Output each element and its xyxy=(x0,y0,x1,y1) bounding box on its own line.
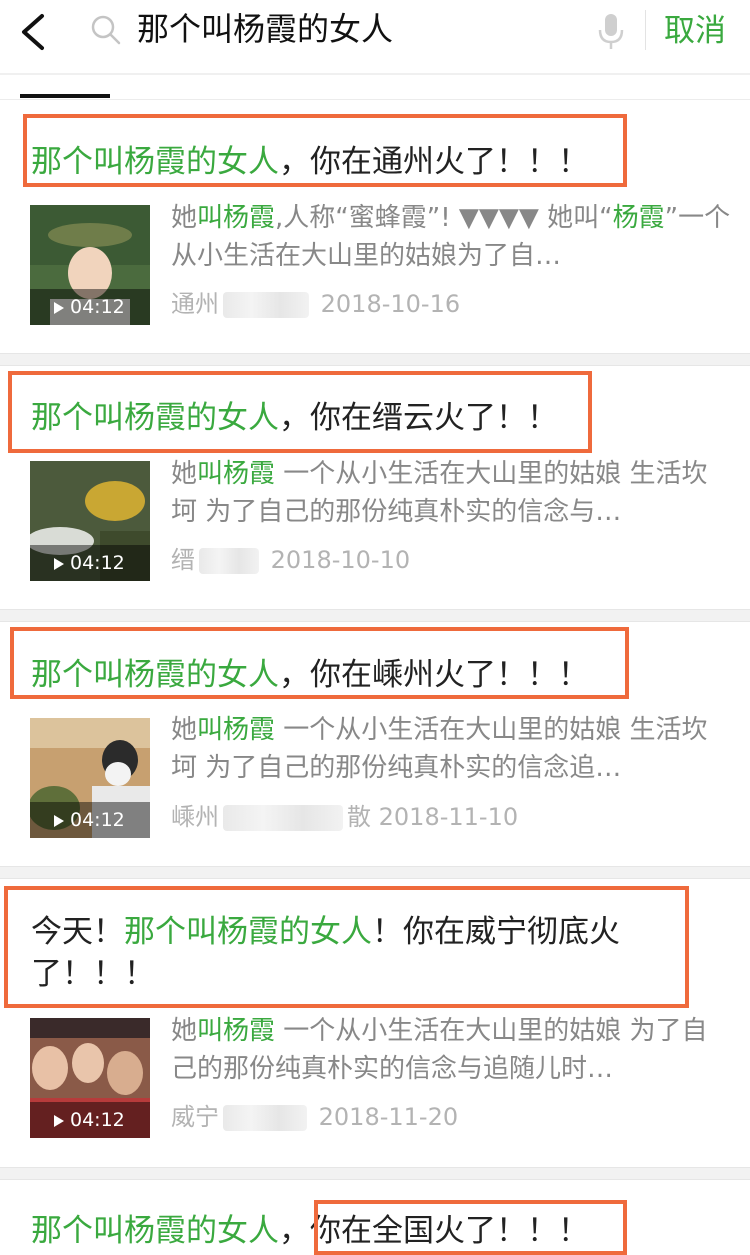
section-separator xyxy=(0,353,750,366)
title-text: ， xyxy=(279,1213,310,1249)
section-separator xyxy=(0,866,750,879)
video-thumbnail[interactable]: 04:12 xyxy=(30,461,150,581)
play-icon xyxy=(54,558,64,570)
divider xyxy=(645,10,646,50)
play-icon xyxy=(54,302,64,314)
video-thumbnail[interactable]: 04:12 xyxy=(30,1018,150,1138)
result-description: 她叫杨霞 一个从小生活在大山里的姑娘 生活坎坷 为了自己的那份纯真朴实的信念追… xyxy=(171,711,731,787)
duration: 04:12 xyxy=(70,1109,125,1131)
result-meta: 通州 2018-10-16 xyxy=(171,288,460,320)
section-separator xyxy=(0,1167,750,1180)
search-bar: 那个叫杨霞的女人 取消 xyxy=(0,0,750,74)
desc-highlight: 杨霞 xyxy=(612,203,665,233)
video-thumbnail[interactable]: 04:12 xyxy=(30,205,150,325)
desc-text: 她 xyxy=(171,1016,198,1046)
source-name: 嵊州 xyxy=(171,803,219,831)
source-name: 散 xyxy=(347,803,371,831)
desc-highlight: 叫杨霞 xyxy=(197,459,276,489)
tab-indicator[interactable] xyxy=(20,94,110,98)
source-name: 通州 xyxy=(171,290,219,318)
result-meta: 威宁 2018-11-20 xyxy=(171,1101,458,1133)
title-highlight: 那个叫杨霞的女人 xyxy=(31,1213,279,1249)
back-arrow-icon[interactable] xyxy=(14,10,54,54)
duration-overlay: 04:12 xyxy=(30,802,150,838)
divider xyxy=(0,99,750,100)
duration: 04:12 xyxy=(70,552,125,574)
highlight-box xyxy=(10,627,629,699)
publish-date: 2018-10-10 xyxy=(270,546,411,574)
result-meta: 缙 2018-10-10 xyxy=(171,544,410,576)
publish-date: 2018-10-16 xyxy=(320,290,461,318)
highlight-box xyxy=(8,371,592,453)
desc-text: 她 xyxy=(171,715,198,745)
search-icon xyxy=(91,15,121,45)
play-icon xyxy=(54,1115,64,1127)
desc-highlight: 叫杨霞 xyxy=(197,715,276,745)
section-separator xyxy=(0,609,750,622)
result-description: 她叫杨霞,人称“蜜蜂霞”! ▼▼▼▼ 她叫“杨霞”一个从小生活在大山里的姑娘为了… xyxy=(171,199,731,275)
duration: 04:12 xyxy=(70,809,125,831)
duration-overlay: 04:12 xyxy=(30,289,150,325)
desc-highlight: 叫杨霞 xyxy=(197,203,276,233)
result-description: 她叫杨霞 一个从小生活在大山里的姑娘 为了自己的那份纯真朴实的信念与追随儿时… xyxy=(171,1012,731,1088)
blurred-text xyxy=(223,1105,307,1131)
desc-text: ,人称“蜜蜂霞”! ▼▼▼▼ 她叫“ xyxy=(275,203,613,233)
blurred-text xyxy=(199,548,259,574)
divider xyxy=(0,73,750,75)
blurred-text xyxy=(223,805,343,831)
highlight-box xyxy=(314,1200,627,1255)
highlight-box xyxy=(23,114,627,187)
desc-highlight: 叫杨霞 xyxy=(197,1016,276,1046)
duration-overlay: 04:12 xyxy=(30,1102,150,1138)
blurred-text xyxy=(223,292,309,318)
microphone-icon[interactable] xyxy=(596,12,626,52)
duration-overlay: 04:12 xyxy=(30,545,150,581)
duration: 04:12 xyxy=(70,296,125,318)
video-thumbnail[interactable]: 04:12 xyxy=(30,718,150,838)
desc-text: 她 xyxy=(171,203,198,233)
result-description: 她叫杨霞 一个从小生活在大山里的姑娘 生活坎坷 为了自己的那份纯真朴实的信念与… xyxy=(171,455,731,531)
source-name: 缙 xyxy=(171,546,195,574)
highlight-box xyxy=(4,886,689,1008)
publish-date: 2018-11-20 xyxy=(318,1103,459,1131)
cancel-button[interactable]: 取消 xyxy=(664,8,726,54)
result-meta: 嵊州 散 2018-11-10 xyxy=(171,801,518,833)
publish-date: 2018-11-10 xyxy=(378,803,519,831)
source-name: 威宁 xyxy=(171,1103,219,1131)
desc-text: 她 xyxy=(171,459,198,489)
search-input[interactable]: 那个叫杨霞的女人 xyxy=(137,6,393,52)
play-icon xyxy=(54,815,64,827)
